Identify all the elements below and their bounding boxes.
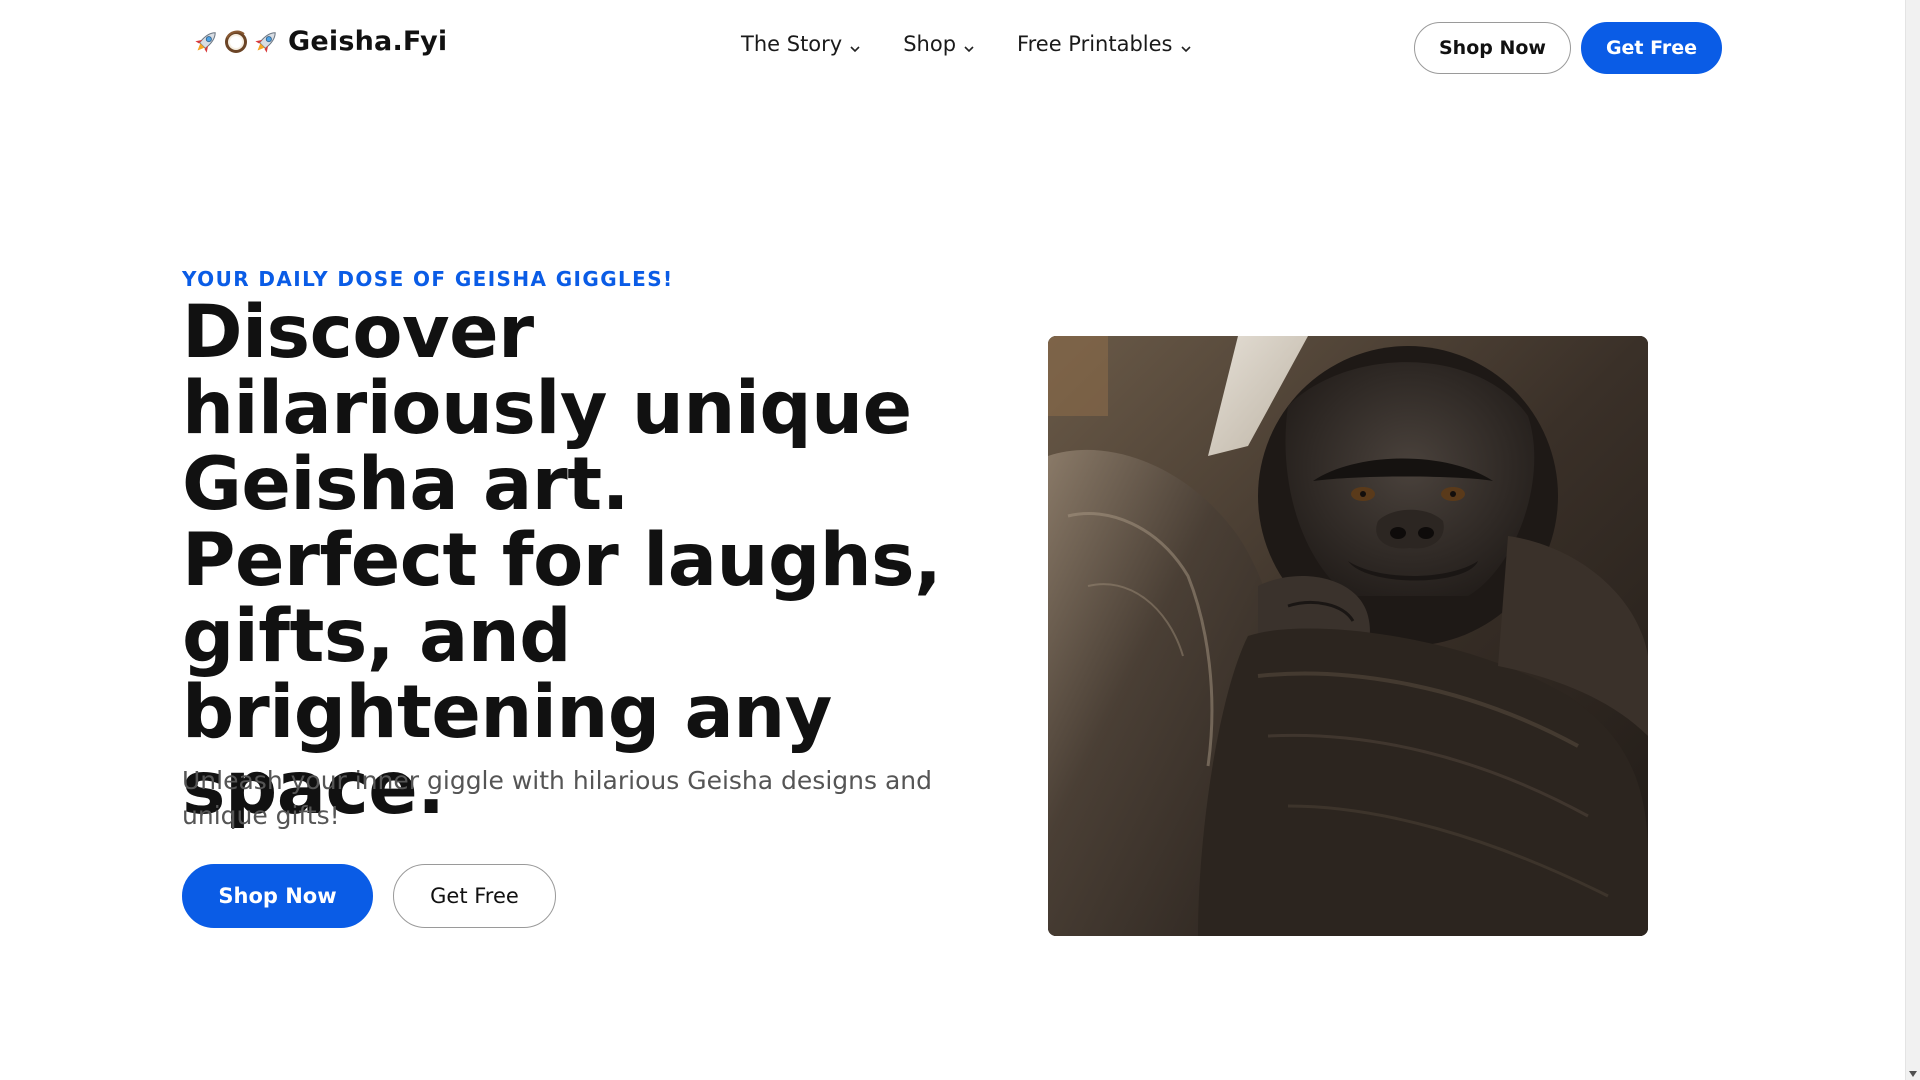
hero-gorilla-image [1048, 336, 1648, 936]
hero-get-free-button[interactable]: Get Free [393, 864, 556, 928]
chevron-down-icon [848, 37, 862, 53]
hero-subtext: Unleash your inner giggle with hilarious… [182, 766, 932, 830]
nav-item-label: Shop [903, 32, 957, 56]
scroll-down-arrow-icon[interactable] [1909, 1071, 1917, 1077]
chevron-down-icon [1179, 37, 1193, 53]
nav-item-shop[interactable]: Shop [903, 32, 976, 56]
brand-logo[interactable]: Geisha.Fyi [192, 26, 447, 57]
main-nav: The Story Shop Free Printables [741, 32, 1234, 56]
rocket-icon [192, 27, 220, 57]
nav-item-the-story[interactable]: The Story [741, 32, 862, 56]
brand-emoji-group [192, 27, 280, 57]
hero-shop-now-button[interactable]: Shop Now [182, 864, 373, 928]
nav-item-free-printables[interactable]: Free Printables [1017, 32, 1192, 56]
rocket-icon [252, 27, 280, 57]
hero-eyebrow: YOUR DAILY DOSE OF GEISHA GIGGLES! [182, 267, 674, 291]
hero-headline: Discover hilariously unique Geisha art. … [182, 290, 942, 831]
nav-item-label: The Story [741, 32, 843, 56]
nav-item-label: Free Printables [1017, 32, 1173, 56]
coconut-icon [222, 27, 250, 57]
site-header: Geisha.Fyi The Story Shop Free Printable… [0, 0, 1905, 95]
chevron-down-icon [962, 37, 976, 53]
page-scrollbar[interactable] [1905, 0, 1920, 1080]
header-shop-now-button[interactable]: Shop Now [1414, 22, 1571, 74]
brand-name: Geisha.Fyi [288, 26, 448, 57]
header-get-free-button[interactable]: Get Free [1581, 22, 1722, 74]
